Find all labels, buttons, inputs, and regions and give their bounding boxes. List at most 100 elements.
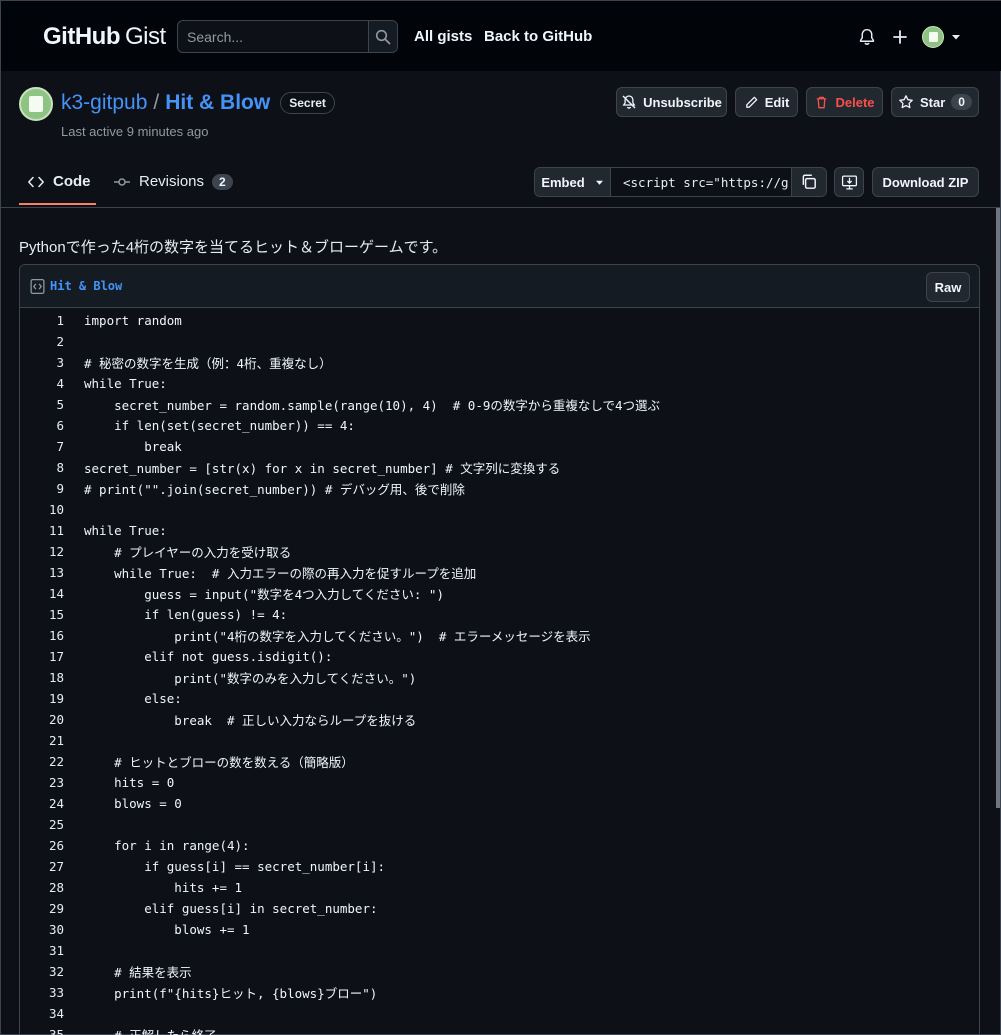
line-number[interactable]: 28 (20, 880, 64, 895)
edit-button[interactable]: Edit (735, 87, 798, 117)
line-number[interactable]: 14 (20, 586, 64, 601)
code-line: 7 break (20, 436, 979, 457)
line-code: elif not guess.isdigit(): (84, 649, 333, 664)
line-code: blows += 1 (84, 922, 250, 937)
title-separator: / (153, 91, 160, 114)
line-number[interactable]: 3 (20, 355, 64, 370)
trash-icon (817, 96, 827, 108)
line-number[interactable]: 30 (20, 922, 64, 937)
line-number[interactable]: 35 (20, 1027, 64, 1035)
code-line: 26 for i in range(4): (20, 835, 979, 856)
line-number[interactable]: 4 (20, 376, 64, 391)
line-code: break # 正しい入力ならループを抜ける (84, 713, 417, 728)
open-desktop-button[interactable] (834, 167, 864, 197)
line-number[interactable]: 27 (20, 859, 64, 874)
line-number[interactable]: 22 (20, 754, 64, 769)
raw-button[interactable]: Raw (926, 272, 970, 302)
code-line: 1 import random (20, 310, 979, 331)
line-number[interactable]: 2 (20, 334, 64, 349)
line-code: if len(set(secret_number)) == 4: (84, 418, 355, 433)
code-line: 21 (20, 730, 979, 751)
line-number[interactable]: 20 (20, 712, 64, 727)
line-number[interactable]: 33 (20, 985, 64, 1000)
code-line: 20 break # 正しい入力ならループを抜ける (20, 709, 979, 730)
search-button[interactable] (368, 21, 397, 52)
line-number[interactable]: 18 (20, 670, 64, 685)
owner-link[interactable]: k3-gitpub (61, 91, 147, 115)
delete-label: Delete (835, 94, 875, 110)
line-number[interactable]: 24 (20, 796, 64, 811)
line-number[interactable]: 19 (20, 691, 64, 706)
line-number[interactable]: 23 (20, 775, 64, 790)
search-input[interactable] (178, 21, 368, 52)
star-button[interactable]: Star 0 (891, 87, 979, 117)
bell-icon[interactable] (858, 28, 876, 46)
plus-icon[interactable] (892, 29, 908, 45)
search-icon (375, 29, 391, 44)
tab-code[interactable]: Code (27, 173, 91, 190)
line-number[interactable]: 15 (20, 607, 64, 622)
file-name-link[interactable]: Hit & Blow (50, 279, 122, 293)
code-line: 27 if guess[i] == secret_number[i]: (20, 856, 979, 877)
code-line: 9 # print("".join(secret_number)) # デバッグ用… (20, 478, 979, 499)
embed-code-field[interactable] (611, 168, 792, 196)
line-code: # ヒットとブローの数を数える（簡略版） (84, 755, 354, 770)
code-line: 15 if len(guess) != 4: (20, 604, 979, 625)
back-to-github-link[interactable]: Back to GitHub (484, 28, 592, 45)
gist-name-link[interactable]: Hit & Blow (165, 91, 270, 115)
code-line: 22 # ヒットとブローの数を数える（簡略版） (20, 751, 979, 772)
user-avatar[interactable] (922, 26, 944, 48)
line-number[interactable]: 34 (20, 1006, 64, 1021)
all-gists-link[interactable]: All gists (414, 28, 472, 45)
line-code: while True: (84, 523, 167, 538)
github-gist-logo[interactable]: GitHub Gist (43, 23, 166, 51)
line-number[interactable]: 9 (20, 481, 64, 496)
line-number[interactable]: 16 (20, 628, 64, 643)
line-number[interactable]: 31 (20, 943, 64, 958)
line-code: print(f"{hits}ヒット, {blows}ブロー") (84, 986, 378, 1001)
line-number[interactable]: 10 (20, 502, 64, 517)
tab-revisions[interactable]: Revisions 2 (113, 173, 233, 190)
line-code: hits += 1 (84, 880, 243, 895)
code-line: 12 # プレイヤーの入力を受け取る (20, 541, 979, 562)
line-number[interactable]: 25 (20, 817, 64, 832)
line-number[interactable]: 13 (20, 565, 64, 580)
code-line: 3 # 秘密の数字を生成（例：4桁、重複なし） (20, 352, 979, 373)
code-line: 11 while True: (20, 520, 979, 541)
star-label: Star (920, 94, 946, 110)
line-number[interactable]: 8 (20, 460, 64, 475)
line-number[interactable]: 11 (20, 523, 64, 538)
code-line: 34 (20, 1003, 979, 1024)
unsubscribe-button[interactable]: Unsubscribe (616, 87, 727, 117)
line-code: for i in range(4): (84, 838, 250, 853)
line-number[interactable]: 26 (20, 838, 64, 853)
triangle-down-icon[interactable] (951, 33, 961, 41)
line-code: break (84, 439, 182, 454)
revisions-count: 2 (212, 173, 233, 190)
copy-button[interactable] (792, 168, 826, 196)
page-scrollbar[interactable] (996, 208, 1000, 808)
line-number[interactable]: 7 (20, 439, 64, 454)
line-number[interactable]: 6 (20, 418, 64, 433)
copy-icon (802, 174, 816, 189)
delete-button[interactable]: Delete (806, 87, 883, 117)
line-number[interactable]: 1 (20, 313, 64, 328)
file-code-icon (30, 278, 45, 294)
embed-dropdown[interactable]: Embed (535, 168, 611, 196)
line-number[interactable]: 32 (20, 964, 64, 979)
line-number[interactable]: 12 (20, 544, 64, 559)
file-header: Hit & Blow Raw (20, 265, 979, 308)
line-number[interactable]: 29 (20, 901, 64, 916)
search-box (177, 20, 398, 53)
line-code: if len(guess) != 4: (84, 607, 288, 622)
line-number[interactable]: 21 (20, 733, 64, 748)
tab-code-label: Code (53, 173, 91, 190)
line-code: import random (84, 313, 182, 328)
owner-avatar[interactable] (19, 87, 53, 121)
download-zip-button[interactable]: Download ZIP (872, 167, 979, 197)
line-number[interactable]: 5 (20, 397, 64, 412)
logo-gist: Gist (124, 23, 166, 50)
code-listing: 1 import random 2 3 # 秘密の数字を生成（例：4桁、重複なし） 4 wh… (20, 308, 979, 1035)
tab-revisions-label: Revisions (139, 173, 205, 190)
line-number[interactable]: 17 (20, 649, 64, 664)
